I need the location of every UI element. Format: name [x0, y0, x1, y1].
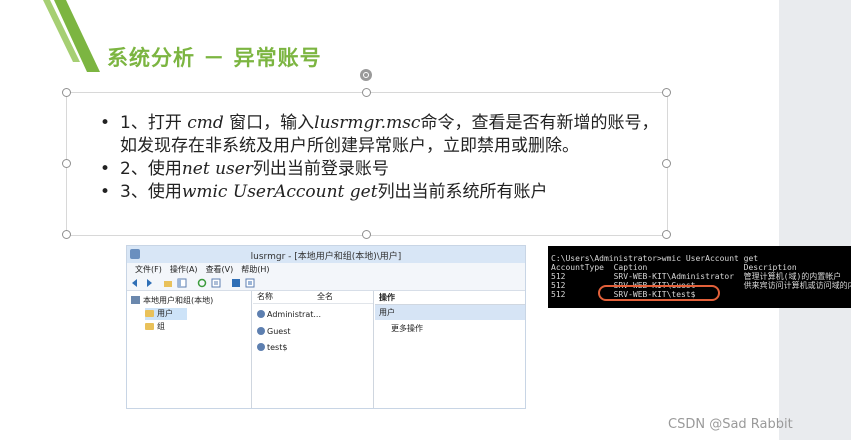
user-icon [257, 343, 265, 351]
green-stripe-decoration [43, 0, 100, 72]
user-icon [257, 327, 265, 335]
highlight-circle-annotation [598, 285, 720, 301]
properties-icon[interactable] [245, 278, 255, 288]
list-item[interactable]: test$ [257, 342, 287, 354]
bullet-item-3: 3、使用wmic UserAccount get列出当前系统所有账户 [100, 181, 660, 204]
slide: 系统分析 － 异常账号 1、打开 cmd 窗口，输入lusrmgr.msc命令，… [0, 0, 851, 440]
user-name: Administrat... [267, 310, 321, 319]
more-actions-link[interactable]: 更多操作 [375, 323, 525, 334]
user-list-pane: 名称 全名 Administrat... Guest test$ [253, 291, 374, 408]
refresh-icon[interactable] [197, 278, 207, 288]
bullet-1-code-cmd: cmd [187, 113, 224, 133]
tree-pane: 本地用户和组(本地) 用户 组 [127, 291, 252, 408]
resize-handle-tr[interactable] [662, 88, 671, 97]
watermark: CSDN @Sad Rabbit [668, 417, 793, 432]
bullet-1-mid: 窗口，输入 [223, 113, 315, 133]
folder-icon [145, 310, 154, 317]
lusrmgr-title: lusrmgr - [本地用户和组(本地)\用户] [250, 252, 402, 262]
bullet-2-prefix: 2、使用 [120, 159, 182, 179]
list-header: 名称 全名 [253, 291, 373, 304]
menu-file[interactable]: 文件(F) [135, 264, 162, 275]
resize-handle-tc[interactable] [362, 88, 371, 97]
list-item[interactable]: Guest [257, 326, 291, 338]
resize-handle-mr[interactable] [662, 159, 671, 168]
help-icon[interactable] [231, 278, 241, 288]
bullet-3-code: wmic UserAccount get [181, 182, 378, 202]
cmd-line: 512 SRV-WEB-KIT\Administrator 管理计算机(域)的内… [551, 272, 842, 281]
resize-handle-bl[interactable] [62, 230, 71, 239]
bullet-item-1: 1、打开 cmd 窗口，输入lusrmgr.msc命令，查看是否有新增的账号，如… [100, 112, 660, 158]
tree-item-users[interactable]: 用户 [145, 308, 187, 320]
lusrmgr-toolbar [127, 276, 525, 291]
bullet-3-rest: 列出当前系统所有账户 [377, 182, 548, 202]
user-icon [257, 310, 265, 318]
column-fullname[interactable]: 全名 [313, 291, 333, 303]
lusrmgr-body: 本地用户和组(本地) 用户 组 名称 全名 Administrat... Gue… [127, 291, 525, 408]
up-folder-icon[interactable] [163, 278, 173, 288]
resize-handle-ml[interactable] [62, 159, 71, 168]
column-name[interactable]: 名称 [253, 291, 313, 303]
lusrmgr-screenshot: lusrmgr - [本地用户和组(本地)\用户] 文件(F) 操作(A) 查看… [126, 245, 526, 409]
show-tree-icon[interactable] [177, 278, 187, 288]
tree-item-groups[interactable]: 组 [145, 321, 165, 333]
bullet-2-rest: 列出当前登录账号 [252, 159, 389, 179]
bullet-2-code: net user [181, 159, 253, 179]
list-item[interactable]: Administrat... [257, 309, 321, 321]
cmd-line: AccountType Caption Description [551, 263, 797, 272]
menu-help[interactable]: 帮助(H) [241, 264, 269, 275]
back-arrow-icon[interactable] [131, 278, 141, 288]
tree-groups-label: 组 [157, 322, 165, 331]
tree-users-label: 用户 [157, 309, 173, 318]
actions-header: 操作 [375, 291, 525, 305]
forward-arrow-icon[interactable] [143, 278, 153, 288]
tree-root-label: 本地用户和组(本地) [143, 296, 214, 305]
computer-icon [131, 296, 140, 304]
rotate-handle[interactable] [360, 69, 372, 81]
menu-action[interactable]: 操作(A) [170, 264, 198, 275]
resize-handle-bc[interactable] [362, 230, 371, 239]
cmd-line: C:\Users\Administrator>wmic UserAccount … [551, 254, 759, 263]
bullet-list[interactable]: 1、打开 cmd 窗口，输入lusrmgr.msc命令，查看是否有新增的账号，如… [100, 112, 660, 204]
menu-view[interactable]: 查看(V) [206, 264, 234, 275]
resize-handle-tl[interactable] [62, 88, 71, 97]
user-name: Guest [267, 327, 291, 336]
slide-title: 系统分析 － 异常账号 [107, 45, 322, 70]
bullet-1-prefix: 1、打开 [120, 113, 188, 133]
bullet-3-prefix: 3、使用 [120, 182, 182, 202]
right-gutter [779, 0, 851, 440]
actions-section-users[interactable]: 用户 [375, 305, 525, 320]
actions-pane: 操作 用户 更多操作 [375, 291, 525, 408]
bullet-item-2: 2、使用net user列出当前登录账号 [100, 158, 660, 181]
resize-handle-br[interactable] [662, 230, 671, 239]
lusrmgr-titlebar: lusrmgr - [本地用户和组(本地)\用户] [127, 246, 525, 263]
user-name: test$ [267, 343, 288, 352]
tree-root[interactable]: 本地用户和组(本地) [131, 295, 213, 307]
lusrmgr-menubar: 文件(F) 操作(A) 查看(V) 帮助(H) [127, 263, 525, 276]
export-list-icon[interactable] [211, 278, 221, 288]
folder-icon [145, 323, 154, 330]
bullet-1-code-lusrmgr: lusrmgr.msc [314, 113, 421, 133]
